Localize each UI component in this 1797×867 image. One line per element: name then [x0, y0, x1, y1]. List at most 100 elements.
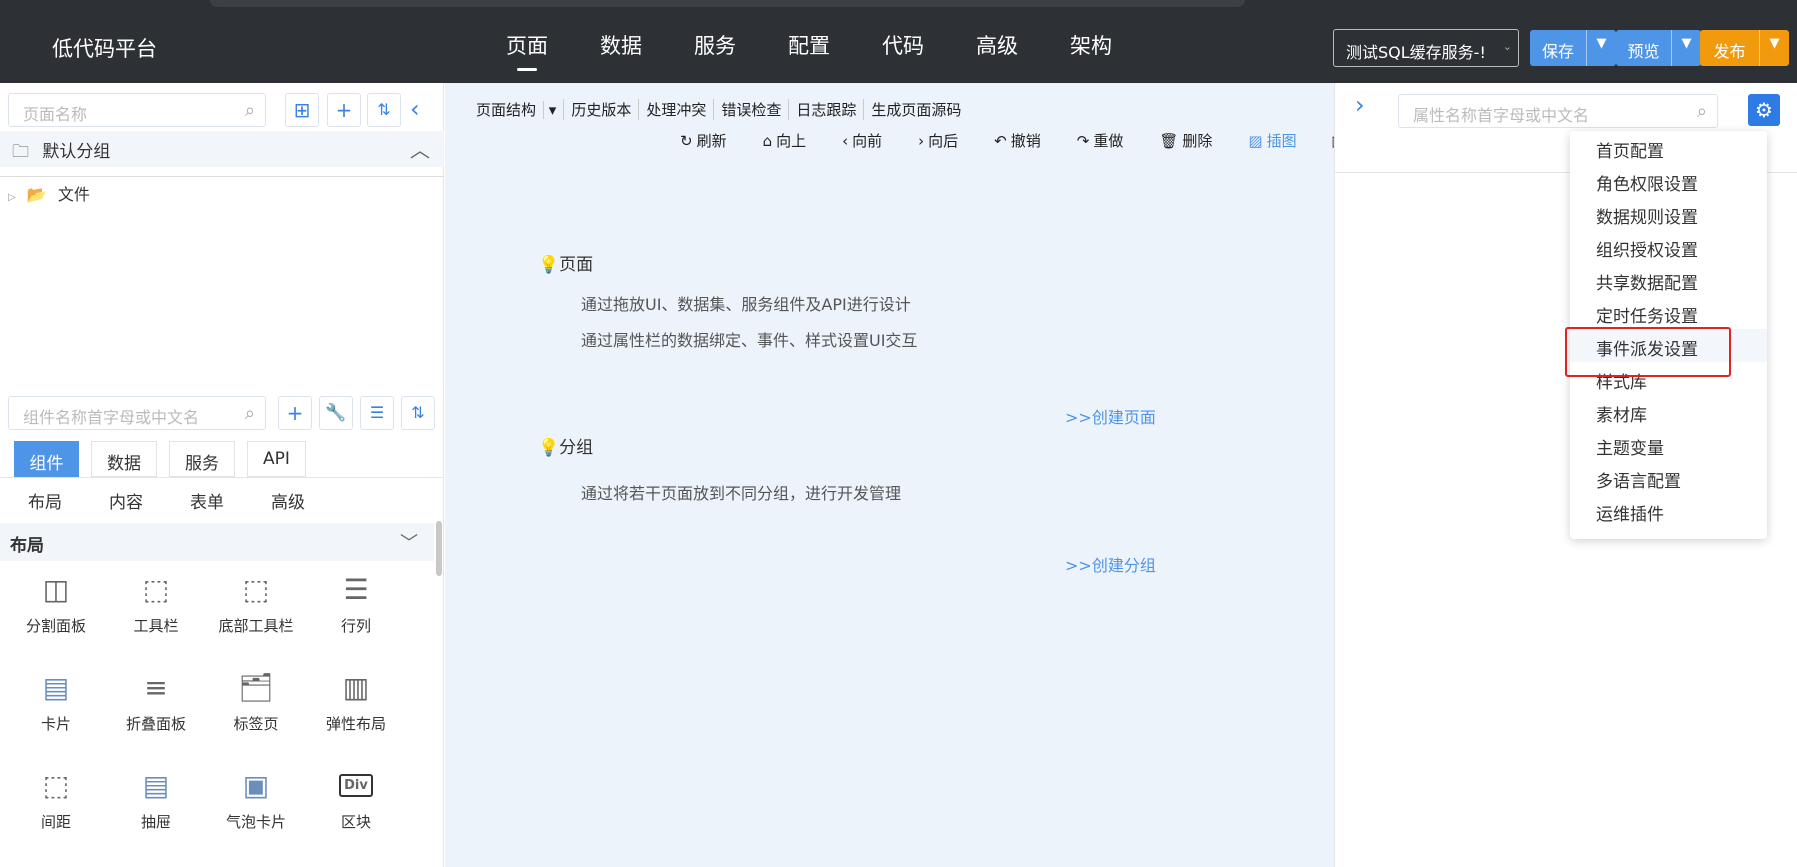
save-button-group: 保存 ▼ [1530, 30, 1616, 66]
component-div[interactable]: Div 区块 [306, 769, 406, 832]
create-page-link[interactable]: >>创建页面 [1065, 404, 1156, 428]
menu-item-i18n[interactable]: 多语言配置 [1570, 461, 1767, 494]
insert-image-button[interactable]: ▨ 插图 [1248, 130, 1314, 151]
history-button[interactable]: 历史版本 [564, 99, 640, 120]
caret-down-icon[interactable]: ▼ [1586, 30, 1616, 66]
component-drawer[interactable]: ▤ 抽屉 [106, 769, 206, 832]
redo-label: 重做 [1093, 132, 1124, 150]
list-sort-icon[interactable]: ☰ [360, 396, 394, 430]
error-check-button[interactable]: 错误检查 [714, 99, 790, 120]
section-header-layout[interactable]: 布局 ﹀ [0, 523, 434, 561]
refresh-button[interactable]: ↻ 刷新 [680, 130, 745, 151]
tab-service[interactable]: 服务 [169, 441, 235, 477]
tree-item[interactable]: ▷ 📂 文件 [8, 181, 90, 205]
up-label: 向上 [776, 132, 807, 150]
gear-icon[interactable]: ⚙ [1748, 94, 1780, 126]
redo-button[interactable]: ↷ 重做 [1077, 130, 1142, 151]
subtab-layout[interactable]: 布局 [28, 488, 109, 513]
delete-button[interactable]: 🗑 删除 [1159, 130, 1230, 151]
card-icon: ▤ [42, 671, 70, 704]
chevron-left-icon: ‹ [842, 132, 849, 150]
nav-architecture[interactable]: 架构 [1044, 30, 1138, 60]
publish-button[interactable]: 发布 [1700, 30, 1759, 66]
subtab-advanced[interactable]: 高级 [271, 488, 352, 513]
drawer-icon: ▤ [142, 769, 170, 802]
nav-service[interactable]: 服务 [668, 30, 762, 60]
add-icon[interactable]: + [278, 396, 312, 430]
menu-item-org-auth[interactable]: 组织授权设置 [1570, 230, 1767, 263]
component-row-col[interactable]: ☰ 行列 [306, 573, 406, 636]
tab-data[interactable]: 数据 [91, 441, 157, 477]
up-button[interactable]: ⌂ 向上 [763, 130, 825, 151]
window-strip [210, 0, 1245, 7]
tab-components[interactable]: 组件 [14, 441, 79, 477]
page-structure-label: 页面结构 [469, 101, 545, 119]
tab-api[interactable]: API [247, 441, 306, 477]
component-subtabs: 布局 内容 表单 高级 [28, 488, 352, 513]
page-info-desc-1: 通过拖放UI、数据集、服务组件及API进行设计 [581, 295, 911, 314]
group-header[interactable]: 🗀 默认分组 ︿ [0, 131, 444, 167]
resolve-conflict-button[interactable]: 处理冲突 [639, 99, 715, 120]
group-info-title: 分组 [559, 438, 594, 458]
expand-icon[interactable]: ▷ [8, 192, 16, 203]
add-icon[interactable]: + [327, 93, 361, 127]
menu-item-asset-library[interactable]: 素材库 [1570, 395, 1767, 428]
preview-button[interactable]: 预览 [1616, 30, 1671, 66]
menu-item-home-config[interactable]: 首页配置 [1570, 131, 1767, 164]
component-flex[interactable]: ▥ 弹性布局 [306, 671, 406, 734]
component-popover-card[interactable]: ▣ 气泡卡片 [206, 769, 306, 832]
page-structure-button[interactable]: 页面结构 ▾ [462, 99, 565, 120]
subtab-form[interactable]: 表单 [190, 488, 271, 513]
sort-icon[interactable]: ⇅ [367, 93, 401, 127]
forward-button[interactable]: › 向后 [918, 130, 976, 151]
menu-item-role-permission[interactable]: 角色权限设置 [1570, 164, 1767, 197]
back-button[interactable]: ‹ 向前 [842, 130, 900, 151]
menu-item-event-dispatch[interactable]: 事件派发设置 [1570, 329, 1767, 362]
nav-advanced[interactable]: 高级 [950, 30, 1044, 60]
log-trace-button[interactable]: 日志跟踪 [789, 99, 865, 120]
component-label: 行列 [340, 617, 371, 635]
component-spacing[interactable]: ⬚ 间距 [6, 769, 106, 832]
chevron-down-icon[interactable]: ﹀ [400, 529, 418, 555]
service-select[interactable]: 测试SQL缓存服务-! ⌄ [1333, 29, 1519, 67]
sort-icon[interactable]: ⇅ [401, 396, 435, 430]
nav-page[interactable]: 页面 [480, 30, 574, 71]
preview-button-group: 预览 ▼ [1616, 30, 1701, 66]
menu-item-scheduled-tasks[interactable]: 定时任务设置 [1570, 296, 1767, 329]
bulb-icon: 💡 [538, 438, 560, 458]
caret-down-icon[interactable]: ▼ [1671, 30, 1701, 66]
component-toolbar[interactable]: ⬚ 工具栏 [106, 573, 206, 636]
component-collapse[interactable]: ≡ 折叠面板 [106, 671, 206, 734]
expand-right-icon[interactable]: › [1355, 91, 1365, 119]
menu-item-ops-plugins[interactable]: 运维插件 [1570, 494, 1767, 527]
add-folder-icon[interactable]: ⊞ [285, 93, 319, 127]
chevron-up-icon[interactable]: ︿ [410, 134, 430, 163]
component-split-panel[interactable]: ◫ 分割面板 [6, 573, 106, 636]
nav-data[interactable]: 数据 [574, 30, 668, 60]
menu-item-data-rules[interactable]: 数据规则设置 [1570, 197, 1767, 230]
scrollbar[interactable] [436, 521, 442, 576]
nav-config[interactable]: 配置 [762, 30, 856, 60]
component-label: 间距 [40, 813, 71, 831]
component-label: 卡片 [40, 715, 71, 733]
caret-down-icon[interactable]: ▼ [1759, 30, 1789, 66]
subtab-content[interactable]: 内容 [109, 488, 190, 513]
component-bottom-toolbar[interactable]: ⬚ 底部工具栏 [206, 573, 306, 636]
page-search-input[interactable]: 页面名称 ⌕ [8, 93, 266, 127]
nav-code[interactable]: 代码 [856, 30, 950, 60]
collapse-left-icon[interactable]: ‹ [410, 95, 420, 123]
wrench-icon[interactable]: 🔧 [319, 396, 353, 430]
save-button[interactable]: 保存 [1530, 30, 1586, 66]
component-card[interactable]: ▤ 卡片 [6, 671, 106, 734]
component-search-input[interactable]: 组件名称首字母或中文名 ⌕ [8, 396, 266, 430]
menu-item-shared-data[interactable]: 共享数据配置 [1570, 263, 1767, 296]
menu-item-style-library[interactable]: 样式库 [1570, 362, 1767, 395]
component-tabs[interactable]: 🗂 标签页 [206, 671, 306, 734]
undo-button[interactable]: ↶ 撤销 [994, 130, 1059, 151]
property-search-input[interactable]: 属性名称首字母或中文名 ⌕ [1398, 94, 1718, 128]
create-group-link[interactable]: >>创建分组 [1065, 552, 1156, 576]
generate-source-button[interactable]: 生成页面源码 [864, 99, 968, 120]
chevron-down-icon: ⌄ [1502, 40, 1512, 53]
component-label: 气泡卡片 [225, 813, 286, 831]
menu-item-theme-vars[interactable]: 主题变量 [1570, 428, 1767, 461]
